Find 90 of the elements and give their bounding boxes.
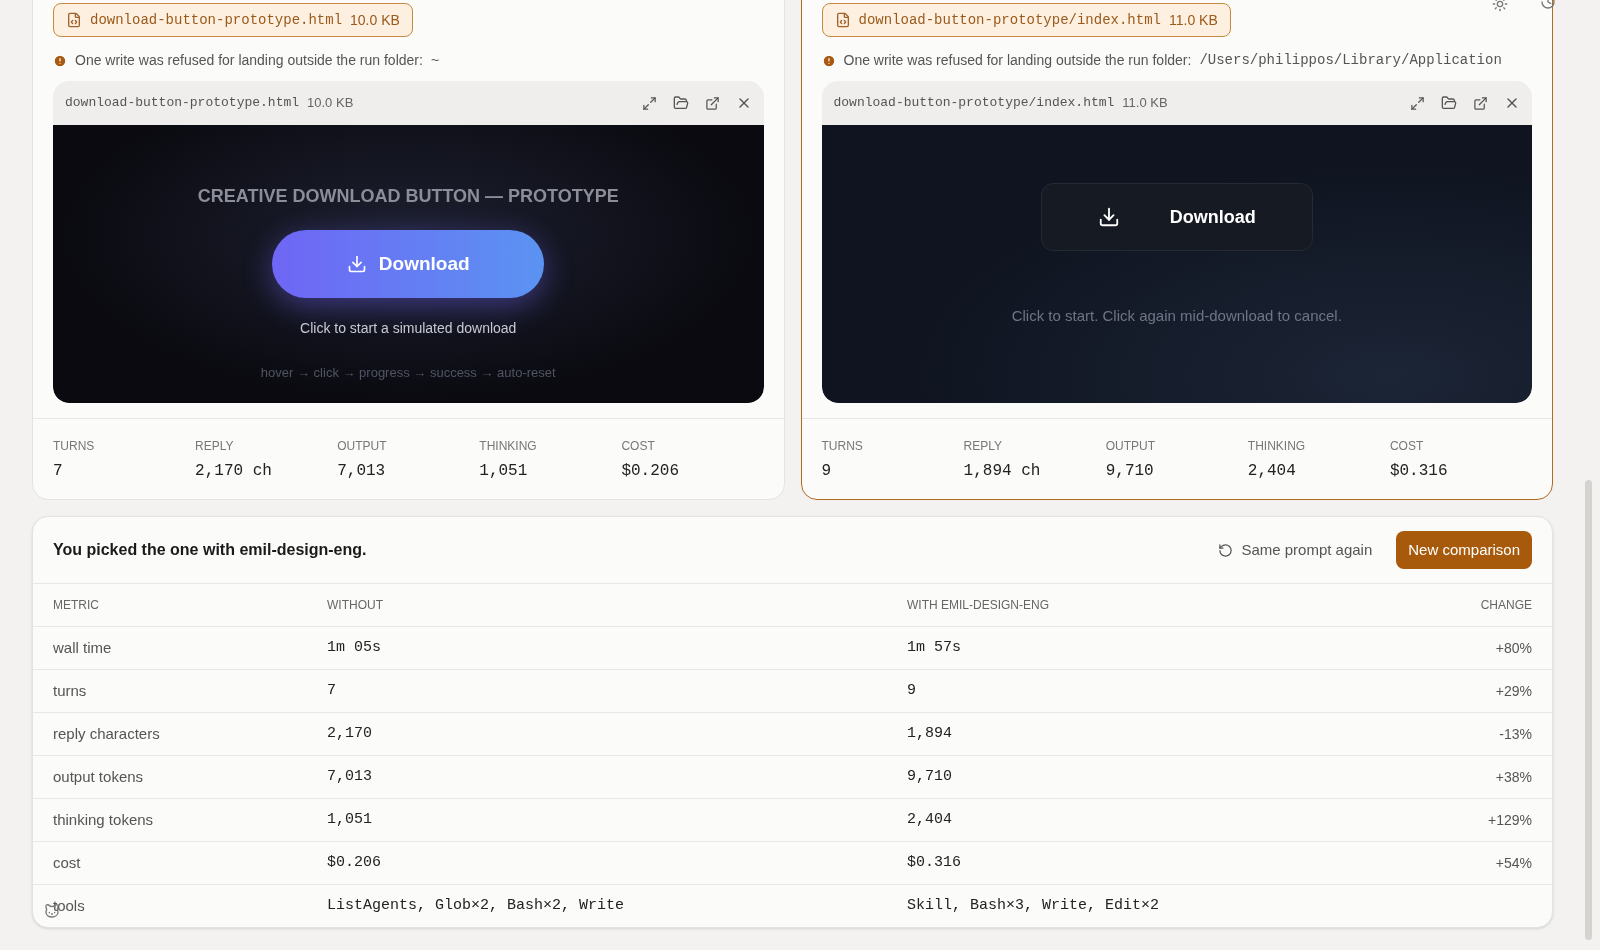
stat-label: COST: [621, 438, 656, 455]
stat-value: 2,170 ch: [195, 461, 273, 482]
stat-value: 7: [53, 461, 64, 482]
table-cell-text: wall time: [53, 637, 113, 658]
stat-value: 1,894 ch: [963, 461, 1042, 482]
stat-label: THINKING: [1247, 438, 1307, 455]
table-cell-text: 7,013: [327, 766, 373, 787]
stat-label: OUTPUT: [1105, 438, 1157, 455]
table-cell-text: 2,404: [907, 809, 953, 830]
column-header: CHANGE: [1480, 597, 1532, 614]
table-cell-text: 1,894: [907, 723, 953, 744]
stat-value: $0.316: [1389, 461, 1449, 482]
external-link-icon[interactable]: [1473, 95, 1488, 111]
table-cell-text: 2,170: [327, 723, 373, 744]
table-cell-text: $0.316: [907, 852, 962, 873]
download-button[interactable]: Download: [272, 230, 545, 298]
table-cell-text: cost: [53, 852, 82, 873]
download-icon: [346, 254, 367, 274]
file-size: 11.0 KB: [1168, 10, 1218, 30]
stat-value: 9: [821, 461, 833, 482]
preview-hint: hover → click → progress → success → auto-reset: [260, 364, 556, 382]
preview-caption: Click to start a simulated download: [300, 319, 517, 338]
expand-icon[interactable]: [641, 95, 657, 111]
preview-size: 11.0 KB: [1122, 94, 1168, 113]
html-file-icon: [834, 12, 851, 28]
table-cell-text: 7: [327, 680, 337, 701]
folder-icon[interactable]: [672, 95, 689, 111]
stat-value: 7,013: [337, 461, 387, 482]
table-cell-text: $0.206: [327, 852, 382, 873]
preview-size: 10.0 KB: [307, 94, 354, 113]
picked-message: You picked the one with emil-design-eng.: [53, 540, 367, 560]
retry-icon: [1218, 542, 1234, 558]
html-file-icon: [66, 12, 82, 28]
table-cell-text: 9: [907, 680, 917, 701]
table-cell-text: 9,710: [907, 766, 953, 787]
scrollbar[interactable]: [1585, 480, 1592, 940]
file-chip[interactable]: download-button-prototype.html 10.0 KB: [53, 3, 413, 37]
table-cell-text: thinking tokens: [53, 809, 155, 830]
external-link-icon[interactable]: [704, 95, 720, 111]
preview-title: CREATIVE DOWNLOAD BUTTON — PROTOTYPE: [197, 185, 619, 208]
download-button[interactable]: Download: [1040, 183, 1313, 251]
table-cell-text: +80%: [1495, 638, 1532, 658]
file-size: 10.0 KB: [350, 10, 400, 30]
table-cell-text: +38%: [1495, 767, 1532, 787]
stat-label: REPLY: [963, 438, 1004, 455]
table-cell-text: ListAgents, Glob×2, Bash×2, Write: [327, 895, 626, 916]
table-cell-text: 1,051: [327, 809, 373, 830]
warning-path: ~: [430, 51, 440, 70]
stat-label: REPLY: [195, 438, 235, 455]
stat-label: COST: [1389, 438, 1425, 455]
stat-value: 2,404: [1247, 461, 1297, 482]
folder-icon[interactable]: [1441, 95, 1457, 111]
column-header: WITH EMIL-DESIGN-ENG: [907, 597, 1050, 614]
stat-label: THINKING: [479, 438, 538, 455]
column-header: METRIC: [53, 597, 100, 614]
stat-value: 1,051: [479, 461, 529, 482]
column-header: WITHOUT: [327, 597, 384, 614]
table-cell-text: +129%: [1488, 810, 1532, 830]
warning-text: One write was refused for landing outside the run folder:: [75, 51, 423, 70]
file-chip[interactable]: download-button-prototype/index.html 11.0 KB: [821, 3, 1231, 37]
table-cell-text: -13%: [1499, 724, 1532, 744]
warning-icon: [821, 53, 836, 68]
table-cell-text: reply characters: [53, 723, 161, 744]
preview-filename: download-button-prototype.html: [65, 94, 300, 113]
new-comparison-button[interactable]: New comparison: [1396, 531, 1532, 569]
stat-label: TURNS: [53, 438, 96, 455]
theme-icon[interactable]: [1492, 0, 1508, 12]
table-cell-text: output tokens: [53, 766, 145, 787]
result-card[interactable]: [800, 0, 1553, 500]
file-name: download-button-prototype/index.html: [858, 10, 1161, 30]
warning-icon: [53, 53, 67, 68]
table-cell-text: +29%: [1495, 681, 1532, 701]
table-cell-text: 1m 57s: [907, 637, 962, 658]
same-prompt-button[interactable]: Same prompt again: [1210, 531, 1381, 569]
stat-label: OUTPUT: [337, 438, 388, 455]
warning-text: One write was refused for landing outside the run folder:: [843, 51, 1192, 70]
warning-path: /Users/philippos/Library/Application: [1199, 51, 1502, 70]
table-cell-text: turns: [53, 680, 88, 701]
download-icon: [1097, 206, 1120, 228]
file-name: download-button-prototype.html: [90, 10, 343, 30]
stat-value: 9,710: [1105, 461, 1155, 482]
table-cell-text: Skill, Bash×3, Write, Edit×2: [907, 895, 1161, 916]
expand-icon[interactable]: [1410, 95, 1425, 111]
stat-value: $0.206: [621, 461, 680, 482]
preview-caption: Click to start. Click again mid-download to cancel.: [1011, 306, 1342, 326]
stat-label: TURNS: [821, 438, 864, 455]
table-cell-text: 1m 05s: [327, 637, 382, 658]
table-cell-text: tools: [53, 895, 86, 916]
table-cell-text: +54%: [1495, 853, 1532, 873]
preview-filename: download-button-prototype/index.html: [833, 94, 1115, 113]
